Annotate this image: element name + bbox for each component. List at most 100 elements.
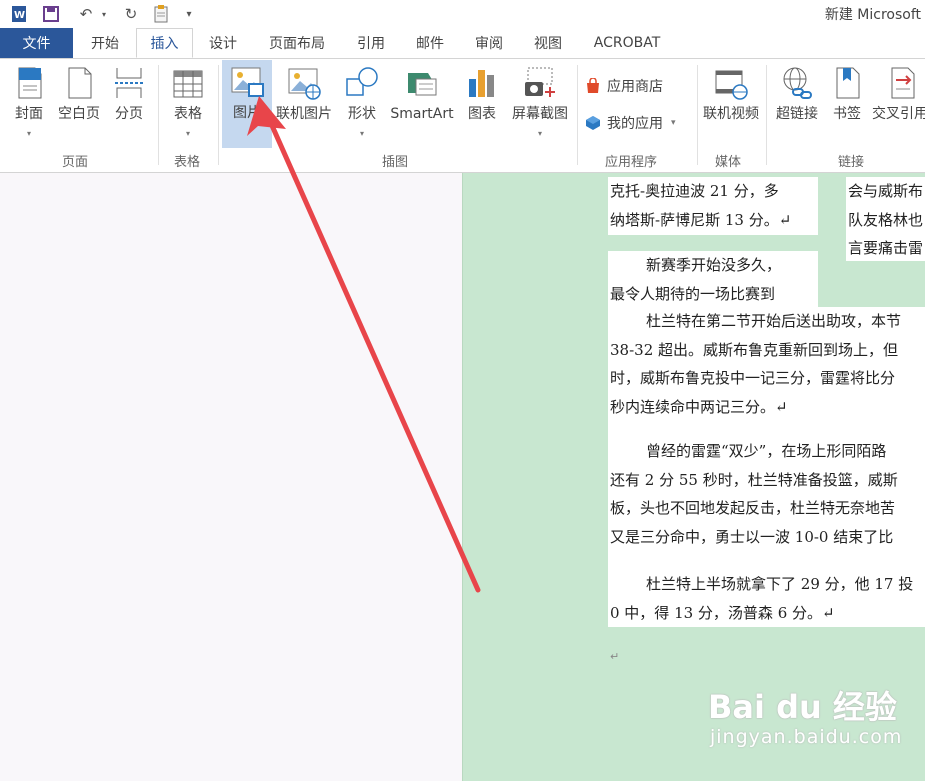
cover-page-label: 封面 (15, 106, 43, 122)
chart-label: 图表 (468, 106, 496, 122)
tab-insert[interactable]: 插入 (136, 28, 193, 58)
text-line: 时，威斯布鲁克投中一记三分，雷霆将比分 (610, 369, 896, 387)
hyperlink-label: 超链接 (776, 106, 818, 122)
page-break-icon (111, 65, 147, 101)
cross-reference-icon (884, 65, 920, 101)
online-video-icon (713, 65, 749, 101)
group-divider (766, 65, 767, 165)
page-break-label: 分页 (115, 106, 143, 122)
shapes-icon (344, 65, 380, 101)
text-block-5[interactable]: 曾经的雷霆“双少”，在场上形同陌路 还有 2 分 55 秒时，杜兰特准备投篮，威… (608, 427, 925, 554)
tab-mailings[interactable]: 邮件 (405, 28, 455, 58)
picture-icon (229, 64, 265, 100)
window-title: 新建 Microsoft (824, 7, 921, 23)
undo-dropdown-icon[interactable]: ▾ (93, 3, 115, 25)
title-bar: W ↶ ▾ ↻ ▾ 新建 Microsoft (0, 0, 925, 28)
picture-label: 图片 (233, 105, 261, 121)
redo-icon[interactable]: ↻ (120, 3, 142, 25)
cross-reference-button[interactable]: 交叉引用 (872, 61, 925, 123)
chart-button[interactable]: 图表 (462, 61, 502, 123)
chevron-down-icon: ▾ (359, 129, 364, 138)
customize-quick-access-icon[interactable]: ▾ (178, 3, 200, 25)
text-block-1[interactable]: 克托-奥拉迪波 21 分，多 纳塔斯-萨博尼斯 13 分。↵ (608, 177, 818, 235)
text-block-2[interactable]: 会与威斯布 队友格林也 言要痛击雷 (846, 177, 925, 261)
cover-page-button[interactable]: 封面 ▾ (8, 61, 50, 139)
text-line: 曾经的雷霆“双少”，在场上形同陌路 (646, 442, 887, 460)
text-line: 杜兰特在第二节开始后送出助攻，本节 (646, 312, 902, 330)
online-picture-icon (286, 65, 322, 101)
ribbon: 封面 ▾ 空白页 分页 页面 表格 ▾ 表格 图片 联机图片 形状 ▾ Smar… (0, 59, 925, 173)
text-block-6[interactable]: 杜兰特上半场就拿下了 29 分，他 17 投 0 中，得 13 分，汤普森 6 … (608, 554, 925, 627)
text-line: 0 中，得 13 分，汤普森 6 分。↵ (610, 603, 835, 622)
text-line: 板，头也不回地发起反击，杜兰特无奈地苦 (610, 499, 896, 517)
tab-page-layout[interactable]: 页面布局 (258, 28, 336, 58)
smartart-icon (404, 65, 440, 101)
table-label: 表格 (174, 106, 202, 122)
blank-page-button[interactable]: 空白页 (54, 61, 104, 123)
text-line: 秒内连续命中两记三分。↵ (610, 397, 788, 416)
cover-page-icon (11, 65, 47, 101)
text-line: 新赛季开始没多久， (646, 256, 782, 274)
watermark-site: jingyan.baidu.com (710, 726, 903, 748)
smartart-label: SmartArt (390, 106, 454, 122)
document-margin-area (0, 173, 462, 781)
tab-references[interactable]: 引用 (346, 28, 396, 58)
watermark-brand: Bai du 经验 (708, 688, 897, 726)
svg-text:W: W (14, 10, 25, 21)
word-icon[interactable]: W (8, 3, 30, 25)
tab-design[interactable]: 设计 (198, 28, 248, 58)
ribbon-tabs: 文件 开始 插入 设计 页面布局 引用 邮件 审阅 视图 ACROBAT (0, 28, 925, 59)
clipboard-icon[interactable] (150, 3, 172, 25)
paragraph-mark: ↵ (610, 650, 620, 663)
group-divider (158, 65, 159, 165)
online-picture-button[interactable]: 联机图片 (275, 61, 333, 123)
tab-home[interactable]: 开始 (80, 28, 130, 58)
office-store-button[interactable]: 应用商店 (585, 75, 663, 97)
text-line: 还有 2 分 55 秒时，杜兰特准备投篮，威斯 (610, 470, 898, 489)
text-line: 最令人期待的一场比赛到 (610, 284, 776, 303)
tab-acrobat[interactable]: ACROBAT (582, 28, 672, 58)
picture-button[interactable]: 图片 (222, 60, 272, 148)
chevron-down-icon: ▾ (671, 118, 676, 128)
shapes-button[interactable]: 形状 ▾ (340, 61, 384, 139)
hyperlink-button[interactable]: 超链接 (772, 61, 822, 123)
smartart-button[interactable]: SmartArt (388, 61, 456, 123)
cross-reference-label: 交叉引用 (872, 106, 925, 122)
screenshot-icon (522, 65, 558, 101)
table-button[interactable]: 表格 ▾ (165, 61, 211, 139)
group-divider (577, 65, 578, 165)
tab-file[interactable]: 文件 (0, 28, 73, 58)
bookmark-button[interactable]: 书签 (828, 61, 866, 123)
shapes-label: 形状 (348, 106, 376, 122)
group-divider (218, 65, 219, 165)
text-line: 杜兰特上半场就拿下了 29 分，他 17 投 (646, 575, 914, 593)
online-video-button[interactable]: 联机视频 (700, 61, 762, 123)
screenshot-label: 屏幕截图 (512, 106, 568, 122)
text-line: 38-32 超出。威斯布鲁克重新回到场上，但 (610, 340, 899, 359)
my-apps-icon (585, 115, 601, 131)
text-line: 纳塔斯-萨博尼斯 13 分。↵ (610, 210, 792, 229)
my-apps-label: 我的应用 (607, 116, 663, 132)
blank-page-label: 空白页 (58, 106, 100, 122)
text-line: 又是三分命中，勇士以一波 10-0 结束了比 (610, 527, 894, 546)
online-video-label: 联机视频 (703, 106, 759, 122)
tab-view[interactable]: 视图 (523, 28, 573, 58)
bookmark-label: 书签 (833, 106, 861, 122)
text-line: 克托-奥拉迪波 21 分，多 (610, 182, 779, 200)
store-label: 应用商店 (607, 79, 663, 95)
online-picture-label: 联机图片 (276, 106, 332, 122)
media-group-label: 媒体 (715, 155, 742, 170)
save-icon[interactable] (40, 3, 62, 25)
chevron-down-icon: ▾ (185, 129, 190, 138)
baidu-watermark: Bai du 经验 jingyan.baidu.com (700, 682, 915, 762)
text-block-3[interactable]: 新赛季开始没多久， 最令人期待的一场比赛到 (608, 251, 818, 307)
text-block-4[interactable]: 杜兰特在第二节开始后送出助攻，本节 38-32 超出。威斯布鲁克重新回到场上，但… (608, 307, 925, 427)
tables-group-label: 表格 (174, 155, 201, 170)
hyperlink-icon (779, 65, 815, 101)
tab-review[interactable]: 审阅 (464, 28, 514, 58)
my-apps-button[interactable]: 我的应用 ▾ (585, 112, 676, 134)
page-break-button[interactable]: 分页 (108, 61, 150, 123)
group-divider (697, 65, 698, 165)
screenshot-button[interactable]: 屏幕截图 ▾ (508, 61, 572, 139)
links-group-label: 链接 (838, 155, 865, 170)
